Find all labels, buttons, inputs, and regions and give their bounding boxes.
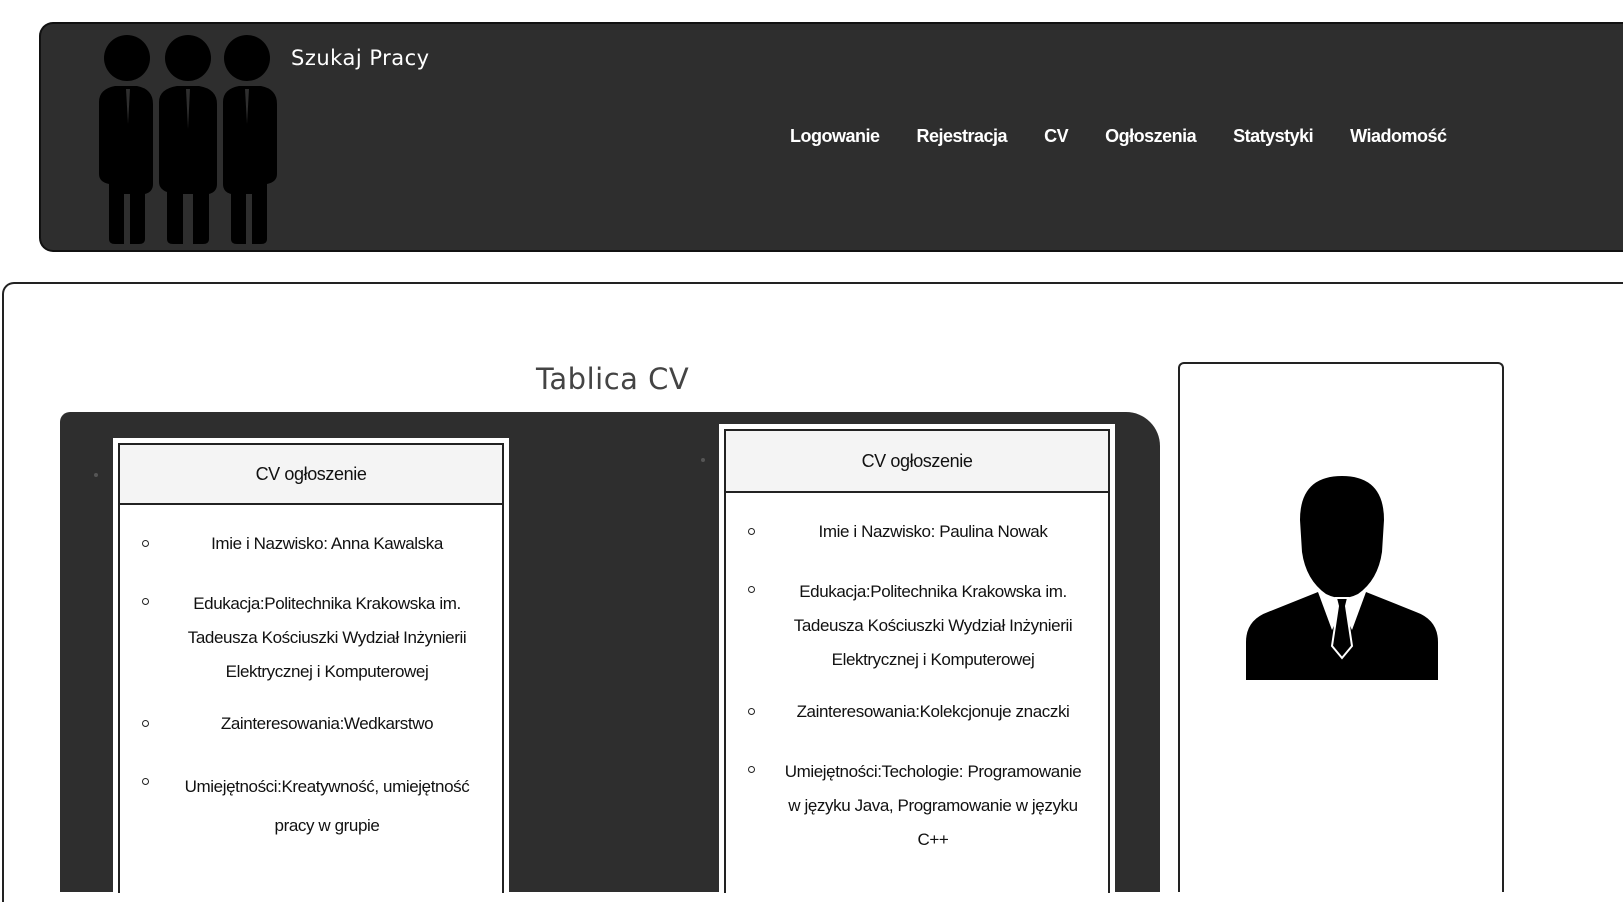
list-item: Imie i Nazwisko: Anna Kawalska (142, 529, 482, 558)
cv-card[interactable]: CV ogłoszenie Imie i Nazwisko: Anna Kawa… (113, 438, 509, 898)
list-item: Edukacja:Politechnika Krakowska im. Tade… (142, 587, 482, 689)
list-bullet (94, 473, 98, 477)
nav-cv[interactable]: CV (1044, 126, 1069, 147)
cv-card-header: CV ogłoszenie (726, 431, 1108, 493)
user-avatar-icon (1246, 476, 1438, 680)
nav-message[interactable]: Wiadomość (1350, 126, 1447, 147)
list-item: Umiejętności:Techologie: Programowanie w… (748, 755, 1088, 857)
site-header: Szukaj Pracy Logowanie Rejestracja CV Og… (39, 22, 1623, 252)
nav-register[interactable]: Rejestracja (917, 126, 1008, 147)
cv-card[interactable]: CV ogłoszenie Imie i Nazwisko: Paulina N… (719, 424, 1115, 898)
main-nav: Logowanie Rejestracja CV Ogłoszenia Stat… (790, 126, 1484, 147)
cv-details-list: Imie i Nazwisko: Paulina Nowak Edukacja:… (726, 493, 1108, 857)
cv-card-body: CV ogłoszenie Imie i Nazwisko: Paulina N… (724, 429, 1110, 893)
nav-login[interactable]: Logowanie (790, 126, 880, 147)
list-item: Imie i Nazwisko: Paulina Nowak (748, 517, 1088, 546)
list-item: Zainteresowania:Wedkarstwo (142, 709, 482, 738)
page-title: Tablica CV (536, 362, 690, 396)
cv-details-list: Imie i Nazwisko: Anna Kawalska Edukacja:… (120, 505, 502, 845)
profile-card (1178, 362, 1504, 892)
cv-card-body: CV ogłoszenie Imie i Nazwisko: Anna Kawa… (118, 443, 504, 893)
list-bullet (701, 458, 705, 462)
list-item: Umiejętności:Kreatywność, umiejętność pr… (142, 767, 482, 845)
nav-offers[interactable]: Ogłoszenia (1105, 126, 1197, 147)
site-title: Szukaj Pracy (291, 46, 430, 70)
nav-statistics[interactable]: Statystyki (1233, 126, 1314, 147)
cv-card-header: CV ogłoszenie (120, 445, 502, 505)
business-team-icon (99, 35, 277, 244)
list-item: Zainteresowania:Kolekcjonuje znaczki (748, 697, 1088, 726)
list-item: Edukacja:Politechnika Krakowska im. Tade… (748, 575, 1088, 677)
